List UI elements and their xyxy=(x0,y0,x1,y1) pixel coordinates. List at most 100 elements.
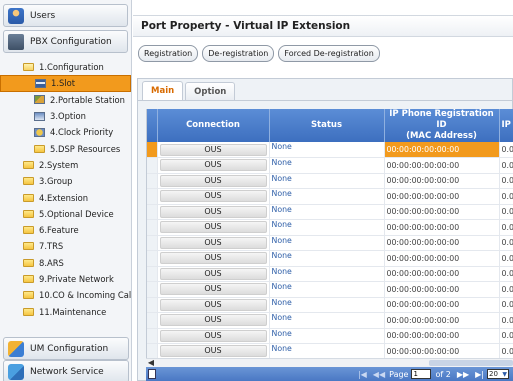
tab-main[interactable]: Main xyxy=(142,81,184,100)
connection-cell[interactable]: OUS xyxy=(157,343,270,358)
page-size-select[interactable]: 20 ▼ xyxy=(487,369,509,379)
next-page-icon[interactable]: ▶▶ xyxy=(457,370,469,379)
connection-button[interactable]: OUS xyxy=(159,314,267,327)
column-header-ip[interactable]: IP xyxy=(499,109,513,142)
table-row[interactable]: OUSNone00:00:00:00:00:000.0.0.0 xyxy=(147,281,513,298)
row-marker[interactable] xyxy=(147,188,158,205)
ip-address-cell[interactable]: 0.0.0.0 xyxy=(499,266,513,282)
table-row[interactable]: OUSNone00:00:00:00:00:000.0.0.0 xyxy=(147,297,513,313)
sidebar-item-2-portable-station[interactable]: 2.Portable Station xyxy=(0,92,131,108)
connection-cell[interactable]: OUS xyxy=(157,328,270,344)
connection-cell[interactable]: OUS xyxy=(157,235,270,251)
row-marker[interactable] xyxy=(147,157,158,174)
ip-address-cell[interactable]: 0.0.0.0 xyxy=(499,173,513,189)
ip-address-cell[interactable]: 0.0.0.0 xyxy=(499,142,513,158)
previous-page-icon[interactable]: ◀◀ xyxy=(373,370,385,379)
scrollbar-thumb[interactable] xyxy=(429,360,513,366)
table-row[interactable]: OUSNone00:00:00:00:00:000.0.0.0 xyxy=(147,173,513,189)
row-marker[interactable] xyxy=(147,235,158,251)
connection-cell[interactable]: OUS xyxy=(157,157,270,174)
sidebar-item-11-maintenance[interactable]: 11.Maintenance xyxy=(0,303,131,319)
network-service-header[interactable]: Network Service xyxy=(3,360,129,381)
row-marker[interactable] xyxy=(147,343,158,358)
ip-address-cell[interactable]: 0.0.0.0 xyxy=(499,297,513,313)
export-sheet-icon[interactable] xyxy=(148,369,156,379)
um-configuration-header[interactable]: UM Configuration xyxy=(3,337,129,360)
connection-button[interactable]: OUS xyxy=(159,283,267,296)
mac-address-cell[interactable]: 00:00:00:00:00:00 xyxy=(384,219,500,236)
connection-cell[interactable]: OUS xyxy=(157,188,270,205)
connection-button[interactable]: OUS xyxy=(159,174,267,187)
mac-address-cell[interactable]: 00:00:00:00:00:00 xyxy=(384,250,500,267)
ip-address-cell[interactable]: 0.0.0.0 xyxy=(499,157,513,174)
last-page-icon[interactable]: ▶| xyxy=(475,370,484,379)
connection-cell[interactable]: OUS xyxy=(157,312,270,329)
mac-address-cell[interactable]: 00:00:00:00:00:00 xyxy=(384,328,500,344)
connection-cell[interactable]: OUS xyxy=(157,297,270,313)
connection-cell[interactable]: OUS xyxy=(157,142,270,158)
column-header-status[interactable]: Status xyxy=(269,109,385,142)
connection-button[interactable]: OUS xyxy=(159,267,267,280)
sidebar-item-8-ars[interactable]: 8.ARS xyxy=(0,255,131,271)
sidebar-item-1-configuration[interactable]: 1.Configuration xyxy=(0,59,131,75)
mac-address-cell[interactable]: 00:00:00:00:00:00 xyxy=(384,235,500,251)
sidebar-item-3-option[interactable]: 3.Option xyxy=(0,108,131,124)
mac-address-cell[interactable]: 00:00:00:00:00:00 xyxy=(384,297,500,313)
connection-button[interactable]: OUS xyxy=(159,236,267,249)
horizontal-scrollbar[interactable]: ◀ xyxy=(146,358,513,367)
table-row[interactable]: OUSNone00:00:00:00:00:000.0.0.0 xyxy=(147,142,513,158)
column-header-mac[interactable]: IP Phone Registration ID (MAC Address) xyxy=(384,109,500,142)
connection-button[interactable]: OUS xyxy=(159,345,267,358)
connection-cell[interactable]: OUS xyxy=(157,219,270,236)
table-row[interactable]: OUSNone00:00:00:00:00:000.0.0.0 xyxy=(147,157,513,174)
mac-address-cell[interactable]: 00:00:00:00:00:00 xyxy=(384,343,500,358)
connection-button[interactable]: OUS xyxy=(159,298,267,311)
row-marker[interactable] xyxy=(147,281,158,298)
connection-button[interactable]: OUS xyxy=(159,143,267,156)
table-row[interactable]: OUSNone00:00:00:00:00:000.0.0.0 xyxy=(147,235,513,251)
mac-address-cell[interactable]: 00:00:00:00:00:00 xyxy=(384,281,500,298)
connection-button[interactable]: OUS xyxy=(159,329,267,342)
ip-address-cell[interactable]: 0.0.0.0 xyxy=(499,235,513,251)
ip-address-cell[interactable]: 0.0.0.0 xyxy=(499,343,513,358)
connection-button[interactable]: OUS xyxy=(159,221,267,234)
connection-cell[interactable]: OUS xyxy=(157,250,270,267)
connection-cell[interactable]: OUS xyxy=(157,204,270,220)
row-marker[interactable] xyxy=(147,142,158,158)
table-row[interactable]: OUSNone00:00:00:00:00:000.0.0.0 xyxy=(147,328,513,344)
mac-address-cell[interactable]: 00:00:00:00:00:00 xyxy=(384,204,500,220)
column-header-connection[interactable]: Connection xyxy=(157,109,270,142)
first-page-icon[interactable]: |◀ xyxy=(358,370,367,379)
connection-cell[interactable]: OUS xyxy=(157,266,270,282)
sidebar-item-7-trs[interactable]: 7.TRS xyxy=(0,238,131,254)
row-marker[interactable] xyxy=(147,250,158,267)
ip-address-cell[interactable]: 0.0.0.0 xyxy=(499,312,513,329)
sidebar-item-4-extension[interactable]: 4.Extension xyxy=(0,189,131,205)
sidebar-item-4-clock-priority[interactable]: 4.Clock Priority xyxy=(0,124,131,140)
ip-address-cell[interactable]: 0.0.0.0 xyxy=(499,281,513,298)
mac-address-cell[interactable]: 00:00:00:00:00:00 xyxy=(384,312,500,329)
forced-deregistration-button[interactable]: Forced De-registration xyxy=(278,45,380,62)
row-marker[interactable] xyxy=(147,312,158,329)
row-marker[interactable] xyxy=(147,219,158,236)
connection-button[interactable]: OUS xyxy=(159,205,267,218)
deregistration-button[interactable]: De-registration xyxy=(202,45,275,62)
sidebar-item-3-group[interactable]: 3.Group xyxy=(0,173,131,189)
mac-address-cell[interactable]: 00:00:00:00:00:00 xyxy=(384,173,500,189)
table-row[interactable]: OUSNone00:00:00:00:00:000.0.0.0 xyxy=(147,266,513,282)
connection-cell[interactable]: OUS xyxy=(157,281,270,298)
pbx-configuration-header[interactable]: PBX Configuration xyxy=(3,30,128,53)
ip-address-cell[interactable]: 0.0.0.0 xyxy=(499,328,513,344)
table-row[interactable]: OUSNone00:00:00:00:00:000.0.0.0 xyxy=(147,312,513,329)
mac-address-cell[interactable]: 00:00:00:00:00:00 xyxy=(384,157,500,174)
connection-button[interactable]: OUS xyxy=(159,252,267,265)
table-row[interactable]: OUSNone00:00:00:00:00:000.0.0.0 xyxy=(147,204,513,220)
scroll-left-icon[interactable]: ◀ xyxy=(146,359,156,367)
connection-button[interactable]: OUS xyxy=(159,159,267,172)
ip-address-cell[interactable]: 0.0.0.0 xyxy=(499,204,513,220)
table-row[interactable]: OUSNone00:00:00:00:00:000.0.0.0 xyxy=(147,219,513,236)
sidebar-item-1-slot[interactable]: 1.Slot xyxy=(0,75,131,92)
row-marker[interactable] xyxy=(147,266,158,282)
row-marker[interactable] xyxy=(147,204,158,220)
ip-address-cell[interactable]: 0.0.0.0 xyxy=(499,250,513,267)
